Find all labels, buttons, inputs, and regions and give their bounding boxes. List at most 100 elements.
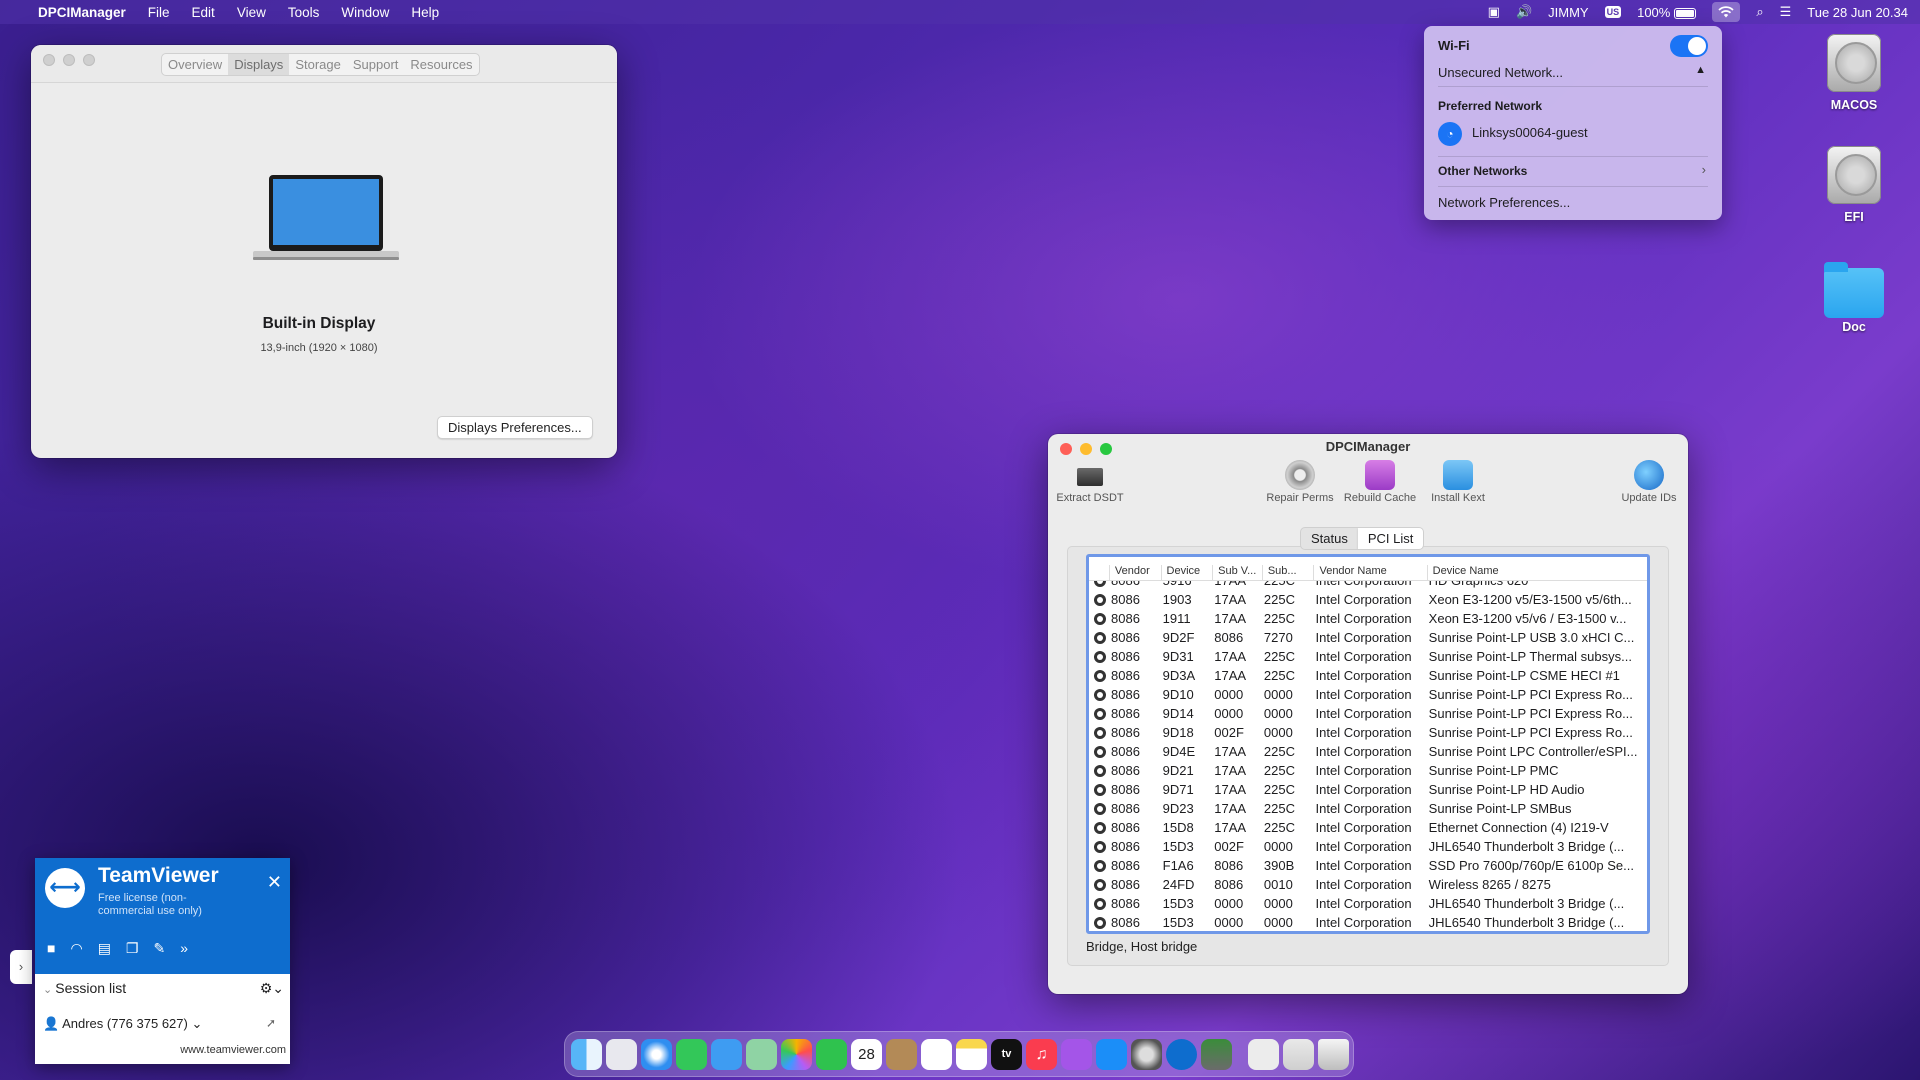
photos-icon[interactable]	[781, 1038, 812, 1070]
table-row[interactable]: 8086 9D4E 17AA 225C Intel Corporation Sunrise…	[1089, 742, 1647, 761]
display-icon[interactable]: ▣	[1488, 4, 1500, 20]
downloads-folder-icon[interactable]	[1283, 1038, 1314, 1070]
desktop-folder-doc[interactable]: Doc	[1809, 262, 1899, 334]
menu-view[interactable]: View	[237, 5, 266, 20]
repair-perms-button[interactable]: Repair Perms	[1262, 460, 1338, 504]
rebuild-cache-button[interactable]: Rebuild Cache	[1340, 460, 1420, 504]
volume-icon[interactable]: 🔊	[1516, 4, 1532, 20]
teamviewer-expand-tab[interactable]: ›	[10, 950, 32, 984]
desktop-disk-macos[interactable]: MACOS	[1809, 34, 1899, 112]
table-row[interactable]: 8086 9D71 17AA 225C Intel Corporation Sunrise…	[1089, 780, 1647, 799]
table-row[interactable]: 8086 9D21 17AA 225C Intel Corporation Sunrise…	[1089, 761, 1647, 780]
preferred-network-item[interactable]: Linksys00064-guest	[1472, 125, 1588, 140]
files-icon[interactable]: ❐	[126, 940, 139, 957]
column-device[interactable]: Device	[1160, 565, 1213, 580]
tab-pci-list[interactable]: PCI List	[1357, 528, 1424, 549]
table-row[interactable]: 8086 9D10 0000 0000 Intel Corporation Sunrise…	[1089, 685, 1647, 704]
table-row[interactable]: 8086 24FD 8086 0010 Intel Corporation Wireles…	[1089, 875, 1647, 894]
calendar-icon[interactable]: 28	[851, 1038, 882, 1070]
finder-icon[interactable]	[571, 1038, 602, 1070]
battery-status[interactable]: 100%	[1637, 5, 1697, 20]
column-vendor[interactable]: Vendor	[1108, 565, 1161, 580]
podcasts-icon[interactable]	[1061, 1038, 1092, 1070]
wifi-toggle[interactable]	[1670, 35, 1708, 57]
session-user[interactable]: 👤 Andres (776 375 627) ⌄	[43, 1016, 202, 1032]
app-store-icon[interactable]	[1096, 1038, 1127, 1070]
table-row[interactable]: 8086 9D31 17AA 225C Intel Corporation Sunrise…	[1089, 647, 1647, 666]
column-device-name[interactable]: Device Name	[1426, 565, 1647, 580]
tab-overview[interactable]: Overview	[162, 54, 228, 75]
other-networks-item[interactable]: Other Networks	[1438, 164, 1527, 178]
input-source-icon[interactable]: US	[1604, 6, 1622, 18]
table-row[interactable]: 8086 1903 17AA 225C Intel Corporation Xeon E3…	[1089, 590, 1647, 609]
teamviewer-dock-icon[interactable]	[1166, 1038, 1197, 1070]
tools-icon[interactable]: ✎	[153, 940, 165, 957]
headset-icon[interactable]: ◠	[70, 940, 82, 957]
extract-dsdt-button[interactable]: Extract DSDT	[1052, 460, 1128, 504]
reminders-icon[interactable]	[921, 1038, 952, 1070]
table-row[interactable]: 8086 9D14 0000 0000 Intel Corporation Sunrise…	[1089, 704, 1647, 723]
control-center-icon[interactable]: ☰	[1780, 4, 1792, 20]
user-name[interactable]: JIMMY	[1548, 5, 1588, 20]
spotlight-search-icon[interactable]: ⌕	[1756, 4, 1763, 20]
update-ids-button[interactable]: Update IDs	[1614, 460, 1684, 504]
video-icon[interactable]: ■	[47, 940, 55, 957]
minimize-button[interactable]	[63, 54, 75, 66]
trash-icon[interactable]	[1318, 1038, 1349, 1070]
launchpad-icon[interactable]	[606, 1038, 637, 1070]
more-icon[interactable]: »	[180, 940, 188, 957]
zoom-button[interactable]	[83, 54, 95, 66]
wifi-menu-icon[interactable]	[1712, 2, 1741, 22]
column-vendor-name[interactable]: Vendor Name	[1313, 565, 1426, 580]
chat-icon[interactable]: ▤	[98, 940, 111, 957]
menu-app-name[interactable]: DPCIManager	[38, 5, 126, 20]
table-row[interactable]: 8086 15D8 17AA 225C Intel Corporation Etherne…	[1089, 818, 1647, 837]
mail-icon[interactable]	[711, 1038, 742, 1070]
table-row[interactable]: 8086 15D3 0000 0000 Intel Corporation JHL6540…	[1089, 894, 1647, 913]
table-row[interactable]: 8086591617AA225CIntel CorporationHD Grap…	[1089, 581, 1647, 590]
close-button[interactable]	[43, 54, 55, 66]
column-sub-vendor[interactable]: Sub V...	[1212, 565, 1262, 580]
close-icon[interactable]: ✕	[267, 872, 282, 893]
safari-icon[interactable]	[641, 1038, 672, 1070]
music-icon[interactable]: ♫	[1026, 1038, 1057, 1070]
apple-tv-icon[interactable]: tv	[991, 1038, 1022, 1070]
table-row[interactable]: 8086 15D3 002F 0000 Intel Corporation JHL6540…	[1089, 837, 1647, 856]
clock[interactable]: Tue 28 Jun 20.34	[1807, 5, 1908, 20]
messages-icon[interactable]	[676, 1038, 707, 1070]
menu-help[interactable]: Help	[411, 5, 439, 20]
table-row[interactable]: 8086 9D23 17AA 225C Intel Corporation Sunrise…	[1089, 799, 1647, 818]
table-row[interactable]: 8086 9D2F 8086 7270 Intel Corporation Sunrise…	[1089, 628, 1647, 647]
dpcimanager-dock-icon[interactable]	[1201, 1038, 1232, 1070]
table-row[interactable]: 8086 1911 17AA 225C Intel Corporation Xeon E3…	[1089, 609, 1647, 628]
network-preferences-item[interactable]: Network Preferences...	[1438, 195, 1570, 210]
gear-icon[interactable]: ⚙⌄	[260, 980, 284, 997]
menu-file[interactable]: File	[148, 5, 170, 20]
displays-preferences-button[interactable]: Displays Preferences...	[437, 416, 593, 439]
install-kext-button[interactable]: Install Kext	[1420, 460, 1496, 504]
maps-icon[interactable]	[746, 1038, 777, 1070]
table-row[interactable]: 8086 F1A6 8086 390B Intel Corporation SSD Pro…	[1089, 856, 1647, 875]
pci-table[interactable]: Vendor Device Sub V... Sub... Vendor Nam…	[1086, 554, 1650, 934]
table-row[interactable]: 8086 9D18 002F 0000 Intel Corporation Sunrise…	[1089, 723, 1647, 742]
table-row[interactable]: 8086 15D3 0000 0000 Intel Corporation JHL6540…	[1089, 913, 1647, 931]
notes-icon[interactable]	[956, 1038, 987, 1070]
tab-displays[interactable]: Displays	[228, 54, 290, 75]
tab-storage[interactable]: Storage	[289, 54, 347, 75]
facetime-icon[interactable]	[816, 1038, 847, 1070]
cursor-icon[interactable]: ➚	[266, 1016, 276, 1030]
column-sub-device[interactable]: Sub...	[1261, 565, 1314, 580]
table-row[interactable]: 8086 9D3A 17AA 225C Intel Corporation Sunrise…	[1089, 666, 1647, 685]
current-network[interactable]: Unsecured Network...	[1438, 65, 1563, 80]
menu-edit[interactable]: Edit	[192, 5, 215, 20]
system-preferences-icon[interactable]	[1131, 1038, 1162, 1070]
desktop-disk-efi[interactable]: EFI	[1809, 146, 1899, 224]
document-icon[interactable]	[1248, 1038, 1279, 1070]
session-list-toggle[interactable]: ⌄ Session list	[43, 980, 126, 996]
tab-status[interactable]: Status	[1301, 528, 1358, 549]
teamviewer-url[interactable]: www.teamviewer.com	[180, 1044, 286, 1056]
menu-window[interactable]: Window	[341, 5, 389, 20]
menu-tools[interactable]: Tools	[288, 5, 320, 20]
contacts-icon[interactable]	[886, 1038, 917, 1070]
tab-resources[interactable]: Resources	[404, 54, 478, 75]
